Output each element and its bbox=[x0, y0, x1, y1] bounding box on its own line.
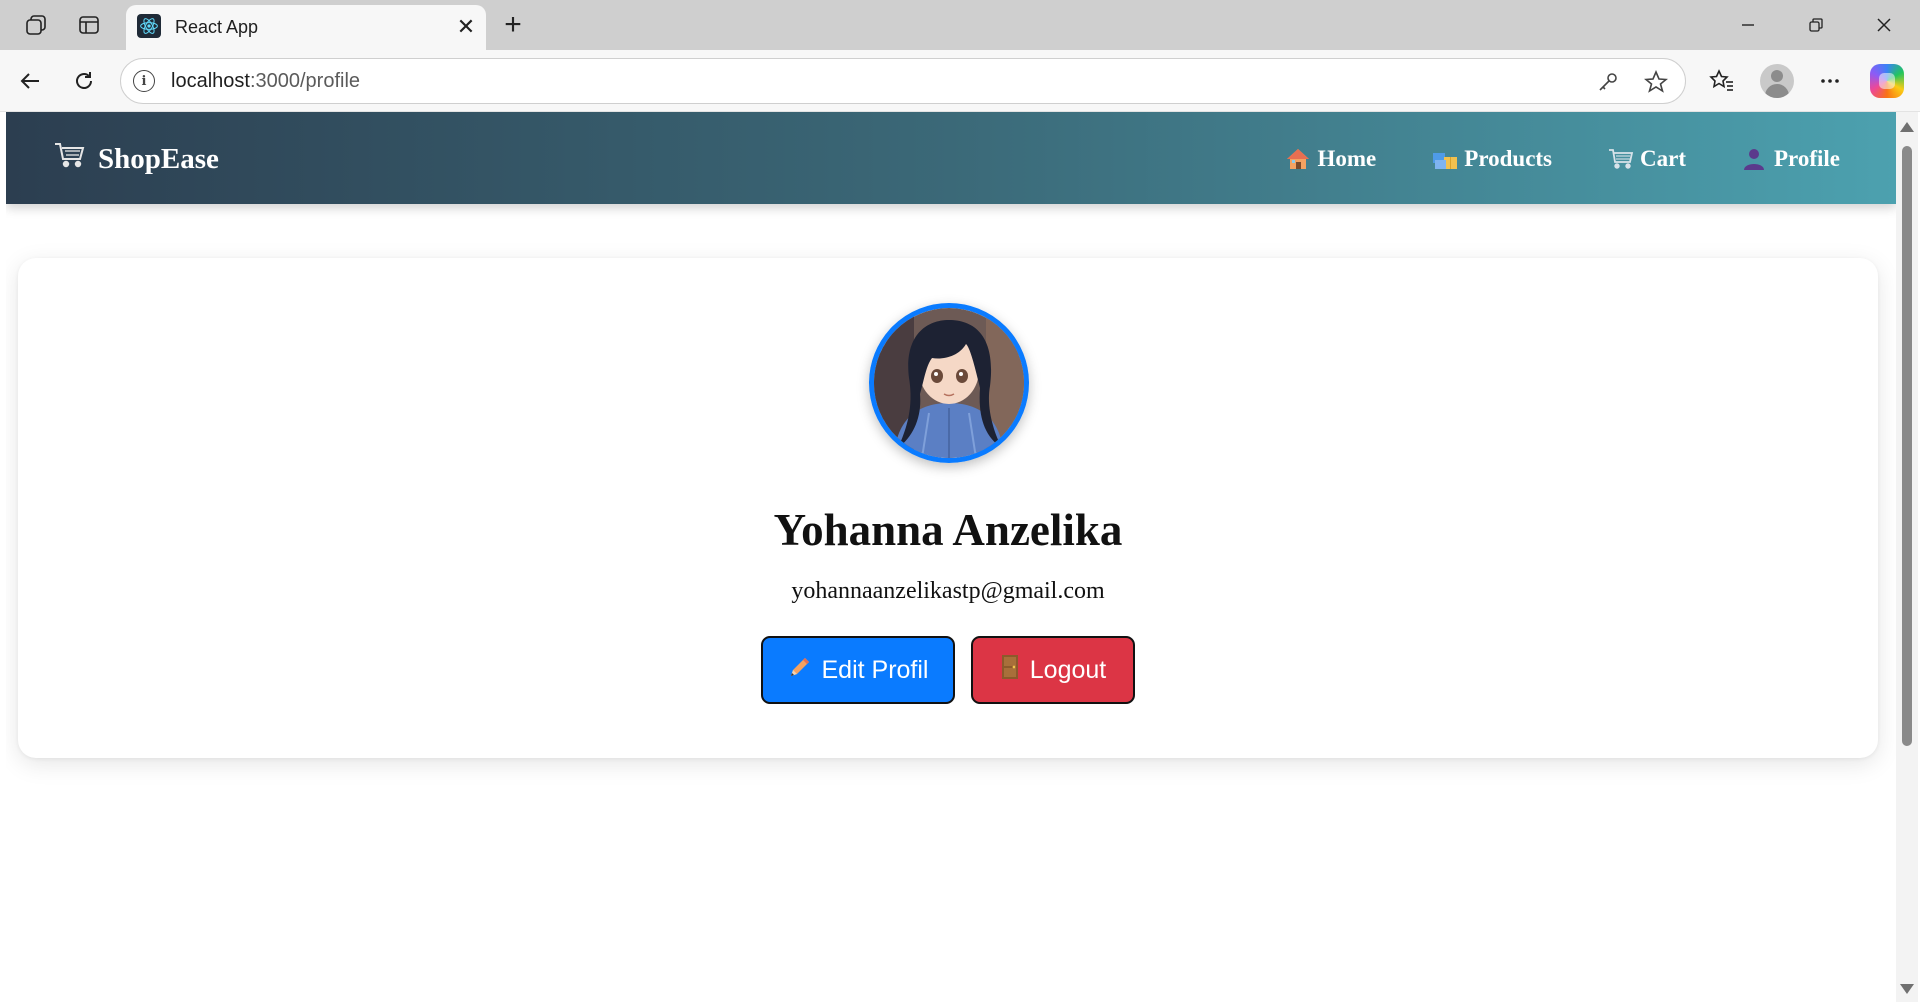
boxes-icon bbox=[1432, 147, 1458, 171]
active-tab[interactable]: React App ✕ bbox=[126, 5, 486, 50]
door-icon bbox=[1000, 654, 1020, 687]
logout-button[interactable]: Logout bbox=[971, 636, 1135, 704]
key-icon[interactable] bbox=[1595, 69, 1621, 95]
site-navbar: ShopEase Home Products Cart Profile bbox=[6, 112, 1896, 204]
brand-logo[interactable]: ShopEase bbox=[54, 141, 219, 177]
profile-name: Yohanna Anzelika bbox=[773, 505, 1123, 555]
copilot-icon[interactable] bbox=[1870, 64, 1904, 98]
shopping-cart-icon bbox=[54, 141, 86, 177]
address-bar[interactable]: i localhost:3000/profile bbox=[120, 58, 1686, 104]
profile-actions: Edit Profil Logout bbox=[18, 636, 1878, 704]
more-options-icon[interactable] bbox=[1812, 63, 1848, 99]
new-tab-icon[interactable]: + bbox=[496, 8, 530, 42]
person-icon bbox=[1742, 147, 1766, 171]
close-tab-icon[interactable]: ✕ bbox=[452, 13, 480, 41]
page-scrollbar[interactable] bbox=[1896, 112, 1918, 1002]
url-text[interactable]: localhost:3000/profile bbox=[171, 70, 360, 93]
nav-home[interactable]: Home bbox=[1286, 146, 1377, 172]
house-icon bbox=[1286, 147, 1310, 171]
logout-label: Logout bbox=[1029, 655, 1107, 684]
nav-cart-label: Cart bbox=[1640, 146, 1686, 171]
edit-profile-label: Edit Profil bbox=[821, 655, 929, 684]
nav-links: Home Products Cart Profile bbox=[1286, 146, 1840, 172]
site-info-icon[interactable]: i bbox=[133, 70, 155, 92]
scroll-up-icon[interactable] bbox=[1900, 122, 1914, 132]
nav-home-label: Home bbox=[1317, 146, 1377, 171]
profile-card: Yohanna Anzelika yohannaanzelikastp@gmai… bbox=[18, 258, 1878, 758]
pencil-icon bbox=[788, 655, 812, 686]
nav-products[interactable]: Products bbox=[1432, 146, 1552, 172]
favorite-star-icon[interactable] bbox=[1643, 69, 1669, 95]
nav-profile[interactable]: Profile bbox=[1742, 146, 1840, 172]
page-viewport: ShopEase Home Products Cart Profile Yoha… bbox=[6, 112, 1896, 1002]
minimize-icon[interactable] bbox=[1728, 8, 1768, 42]
nav-profile-label: Profile bbox=[1774, 146, 1840, 171]
vertical-tabs-icon[interactable] bbox=[73, 9, 105, 41]
edit-profile-button[interactable]: Edit Profil bbox=[761, 636, 955, 704]
react-icon bbox=[137, 14, 161, 38]
favorites-icon[interactable] bbox=[1704, 63, 1740, 99]
scroll-down-icon[interactable] bbox=[1900, 984, 1914, 994]
refresh-icon[interactable] bbox=[66, 63, 102, 99]
workspaces-icon[interactable] bbox=[20, 9, 52, 41]
back-icon[interactable] bbox=[12, 63, 48, 99]
restore-icon[interactable] bbox=[1796, 8, 1836, 42]
nav-products-label: Products bbox=[1464, 146, 1553, 171]
browser-tab-bar: React App ✕ + bbox=[0, 0, 1920, 50]
scroll-thumb[interactable] bbox=[1902, 146, 1912, 746]
brand-name: ShopEase bbox=[98, 142, 219, 175]
avatar bbox=[869, 303, 1029, 463]
profile-avatar-icon[interactable] bbox=[1760, 64, 1794, 98]
tab-title: React App bbox=[175, 17, 259, 37]
nav-cart[interactable]: Cart bbox=[1608, 146, 1686, 172]
profile-email: yohannaanzelikastp@gmail.com bbox=[791, 578, 1105, 604]
cart-icon bbox=[1608, 147, 1634, 171]
close-window-icon[interactable] bbox=[1864, 8, 1904, 42]
browser-toolbar: i localhost:3000/profile bbox=[0, 50, 1920, 112]
